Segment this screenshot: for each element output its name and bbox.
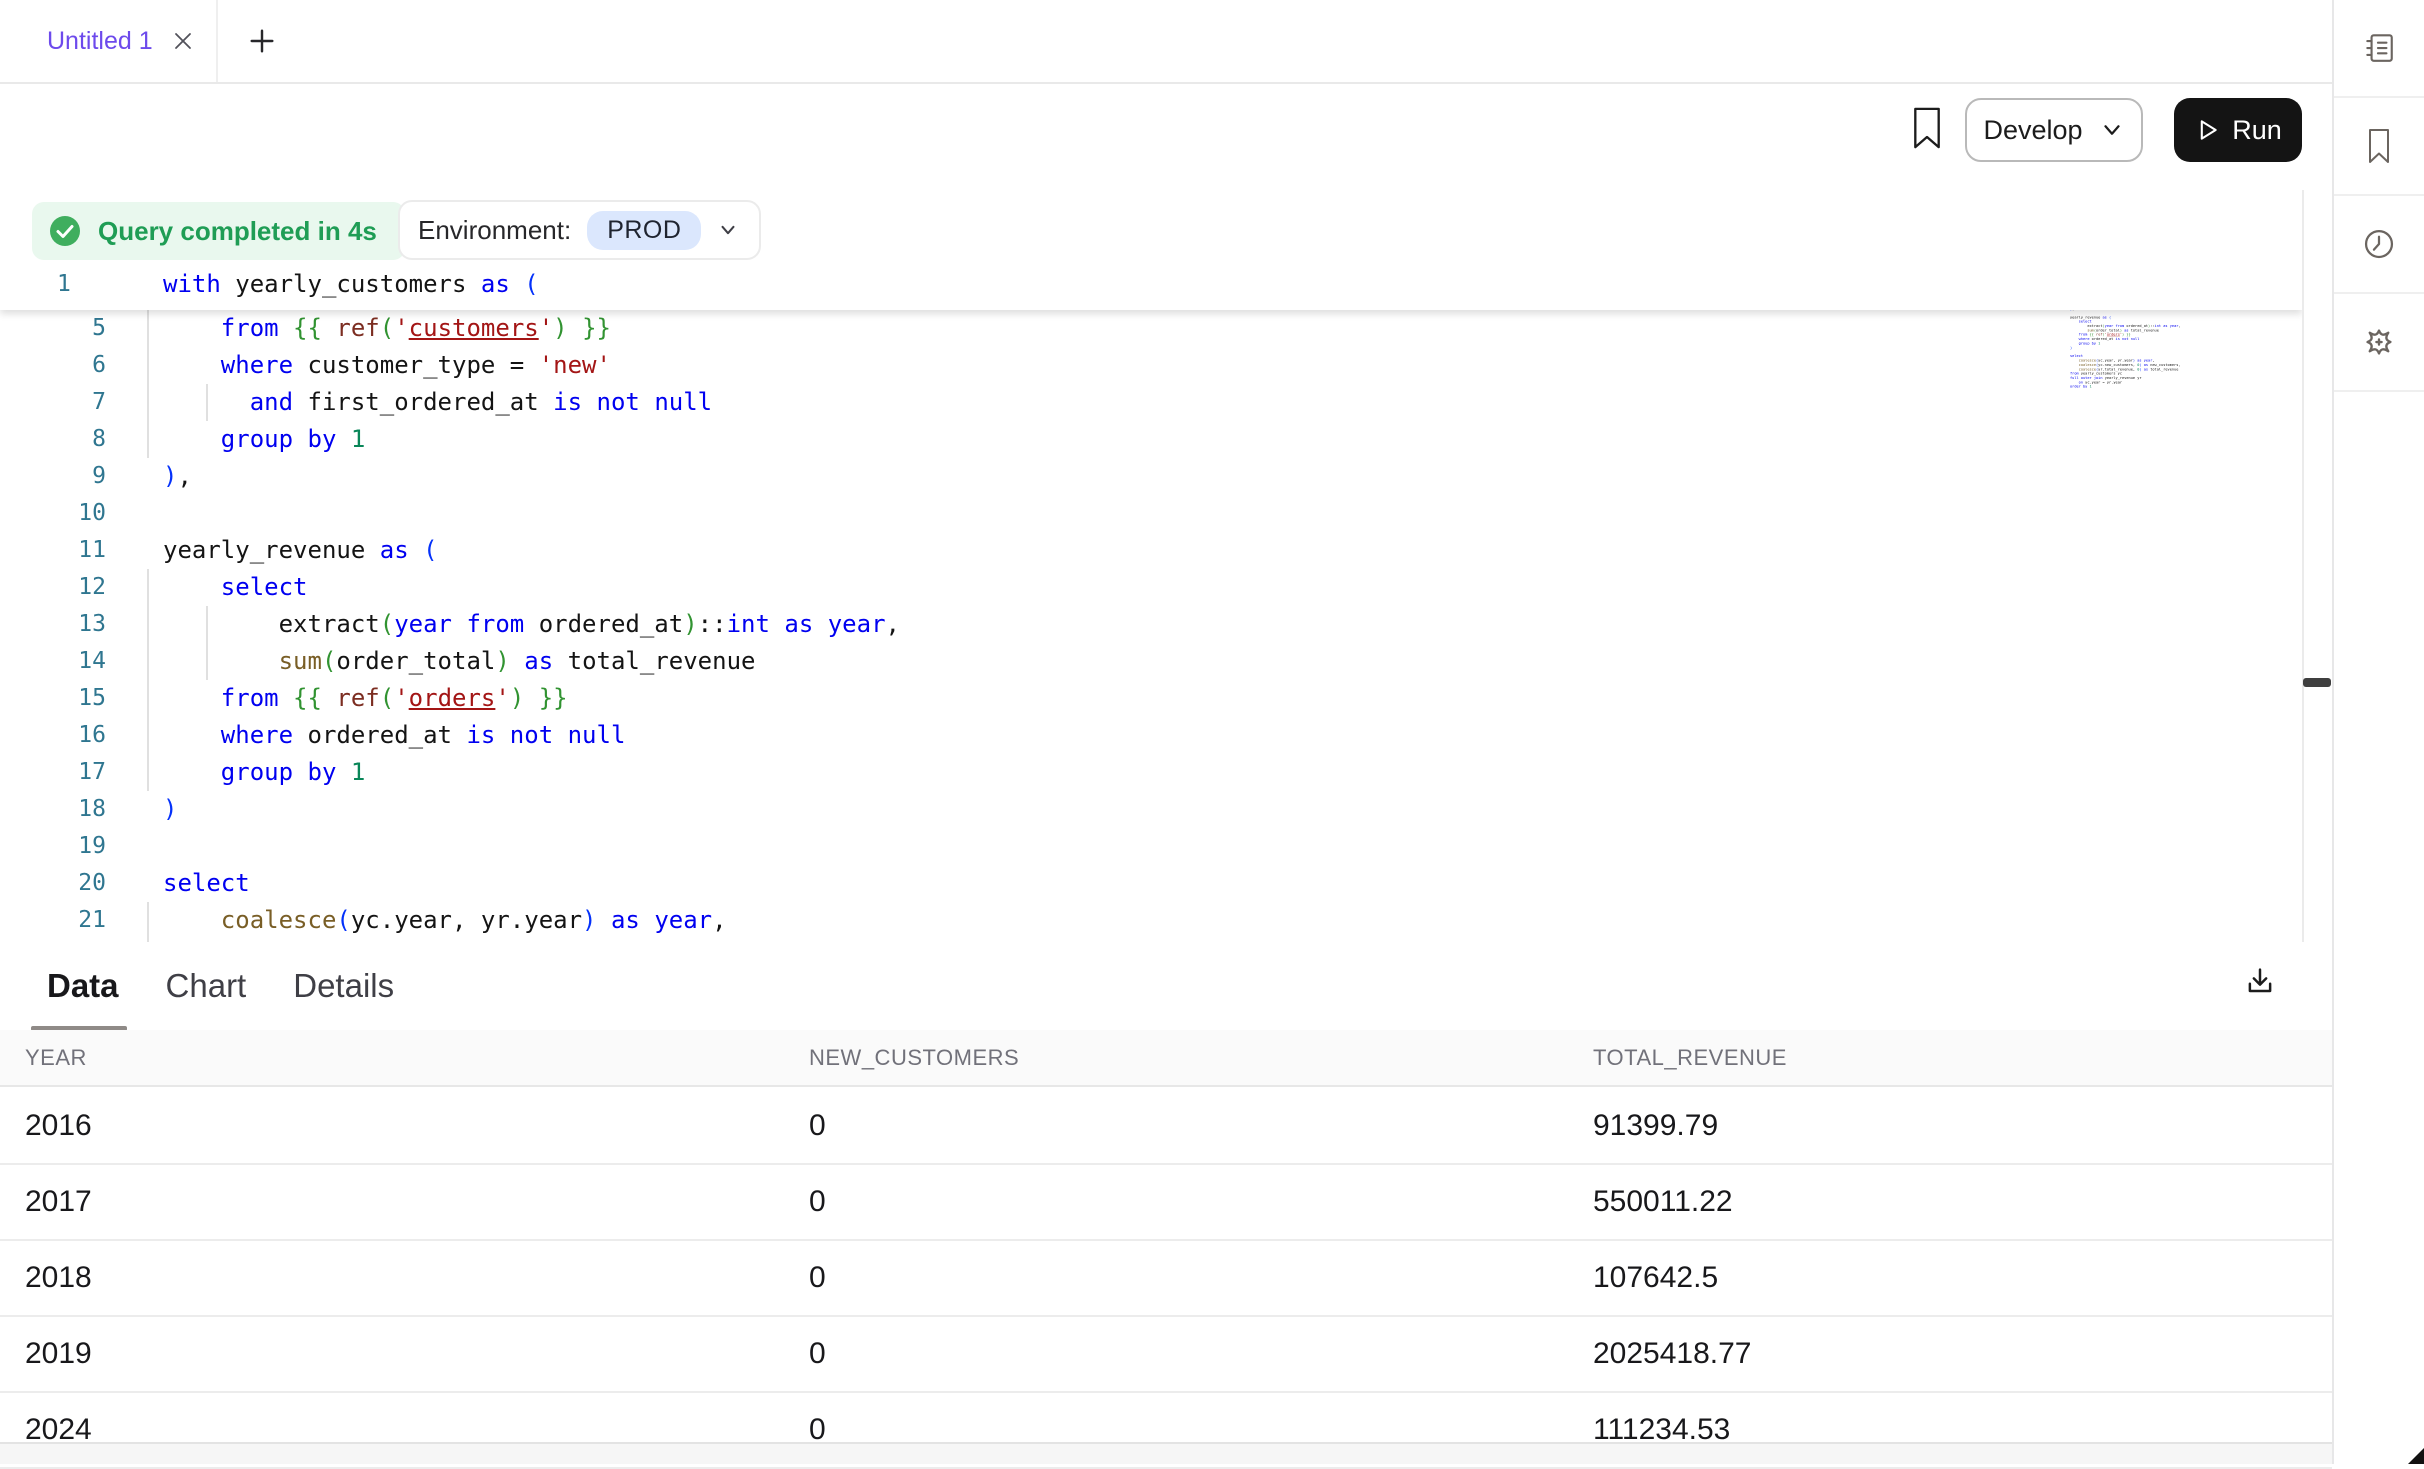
line-number: 18: [0, 791, 106, 828]
results-panel: Data Chart Details YEARNEW_CUSTOMERSTOTAL_…: [0, 942, 2332, 1464]
table-cell: 2017: [25, 1185, 809, 1219]
table-row: 20170550011.22: [0, 1165, 2332, 1241]
table-cell: 2025418.77: [1593, 1337, 2332, 1371]
tab-chart[interactable]: Chart: [166, 967, 247, 1005]
tab-label: Untitled 1: [47, 27, 153, 56]
sql-editor[interactable]: 5 from {{ ref('customers') }}6 where cus…: [0, 262, 2302, 942]
play-icon: [2194, 117, 2220, 143]
environment-value-badge: PROD: [587, 211, 701, 250]
table-cell: 0: [809, 1109, 1593, 1143]
right-sidebar: [2332, 0, 2424, 1464]
editor-lines[interactable]: 5 from {{ ref('customers') }}6 where cus…: [0, 310, 2302, 942]
query-status-badge: Query completed in 4s: [32, 202, 405, 260]
environment-label: Environment:: [418, 215, 571, 246]
sidebar-item-explore[interactable]: [2334, 294, 2424, 392]
chevron-down-icon: [2099, 117, 2125, 143]
run-button[interactable]: Run: [2174, 98, 2302, 162]
table-body: 2016091399.7920170550011.2220180107642.5…: [0, 1089, 2332, 1469]
new-tab-button[interactable]: [232, 0, 292, 82]
develop-label: Develop: [1983, 115, 2082, 146]
bookmark-button[interactable]: [1908, 105, 1946, 157]
code-line[interactable]: 7 and first_ordered_at is not null: [0, 384, 2302, 421]
run-label: Run: [2232, 115, 2282, 146]
sticky-line-code: with yearly_customers as (: [163, 262, 539, 306]
table-cell: 2019: [25, 1337, 809, 1371]
table-row: 201902025418.77: [0, 1317, 2332, 1393]
column-header: YEAR: [25, 1045, 809, 1071]
line-number: 16: [0, 717, 106, 754]
table-row: 2016091399.79: [0, 1089, 2332, 1165]
table-cell: 107642.5: [1593, 1261, 2332, 1295]
code-line[interactable]: 8 group by 1: [0, 421, 2302, 458]
table-cell: 91399.79: [1593, 1109, 2332, 1143]
tab-untitled-1[interactable]: Untitled 1: [0, 0, 218, 82]
code-line[interactable]: 19: [0, 828, 2302, 865]
table-row: 20180107642.5: [0, 1241, 2332, 1317]
develop-button[interactable]: Develop: [1965, 98, 2143, 162]
table-header-row: YEARNEW_CUSTOMERSTOTAL_REVENUE: [0, 1030, 2332, 1087]
line-number: 13: [0, 606, 106, 643]
line-number: 12: [0, 569, 106, 606]
history-icon: [2361, 226, 2397, 262]
line-number: 9: [0, 458, 106, 495]
sidebar-item-bookmarks[interactable]: [2334, 98, 2424, 196]
line-number: 21: [0, 902, 106, 939]
column-header: NEW_CUSTOMERS: [809, 1045, 1593, 1071]
editor-splitter[interactable]: [2302, 190, 2332, 942]
code-line[interactable]: 13 extract(year from ordered_at)::int as…: [0, 606, 2302, 643]
check-circle-icon: [48, 214, 82, 248]
line-number: 14: [0, 643, 106, 680]
code-line[interactable]: 15 from {{ ref('orders') }}: [0, 680, 2302, 717]
horizontal-scrollbar[interactable]: [0, 1442, 2332, 1464]
sidebar-item-history[interactable]: [2334, 196, 2424, 294]
minimap[interactable]: with yearly_customers as ( select extrac…: [2070, 272, 2290, 832]
sidebar-item-notebook[interactable]: [2334, 0, 2424, 98]
code-line[interactable]: 9),: [0, 458, 2302, 495]
download-button[interactable]: [2236, 958, 2284, 1006]
code-line[interactable]: 5 from {{ ref('customers') }}: [0, 310, 2302, 347]
sticky-line-number: 1: [57, 262, 71, 306]
table-cell: 0: [809, 1185, 1593, 1219]
code-line[interactable]: 18): [0, 791, 2302, 828]
line-number: 10: [0, 495, 106, 532]
splitter-grip-handle[interactable]: [2303, 678, 2331, 687]
table-cell: 2018: [25, 1261, 809, 1295]
chevron-down-icon: [717, 219, 739, 241]
table-cell: 550011.22: [1593, 1185, 2332, 1219]
line-number: 17: [0, 754, 106, 791]
code-line[interactable]: 21 coalesce(yc.year, yr.year) as year,: [0, 902, 2302, 939]
bookmark-icon: [1910, 105, 1944, 151]
results-tab-bar: Data Chart Details: [47, 942, 394, 1030]
download-icon: [2242, 964, 2278, 1000]
sticky-scroll-line[interactable]: 1 with yearly_customers as (: [0, 262, 2302, 310]
plus-icon: [247, 26, 277, 56]
line-number: 19: [0, 828, 106, 865]
column-header: TOTAL_REVENUE: [1593, 1045, 2332, 1071]
environment-selector[interactable]: Environment: PROD: [398, 200, 761, 260]
close-icon[interactable]: [171, 29, 195, 53]
line-number: 20: [0, 865, 106, 902]
notebook-icon: [2362, 31, 2396, 65]
tab-bar: Untitled 1: [0, 0, 2332, 84]
code-line[interactable]: 10: [0, 495, 2302, 532]
code-line[interactable]: 16 where ordered_at is not null: [0, 717, 2302, 754]
line-number: 11: [0, 532, 106, 569]
code-line[interactable]: 17 group by 1: [0, 754, 2302, 791]
code-line[interactable]: 20select: [0, 865, 2302, 902]
line-number: 15: [0, 680, 106, 717]
query-status-text: Query completed in 4s: [98, 216, 377, 247]
explore-icon: [2360, 323, 2398, 361]
tab-data[interactable]: Data: [47, 967, 119, 1005]
table-cell: 0: [809, 1261, 1593, 1295]
code-line[interactable]: 11yearly_revenue as (: [0, 532, 2302, 569]
table-cell: 0: [809, 1337, 1593, 1371]
tab-details[interactable]: Details: [293, 967, 394, 1005]
code-line[interactable]: 14 sum(order_total) as total_revenue: [0, 643, 2302, 680]
code-line[interactable]: 6 where customer_type = 'new': [0, 347, 2302, 384]
table-cell: 2016: [25, 1109, 809, 1143]
resize-grip-icon[interactable]: [2408, 1448, 2424, 1464]
code-line[interactable]: 12 select: [0, 569, 2302, 606]
bookmark-icon: [2362, 127, 2396, 165]
